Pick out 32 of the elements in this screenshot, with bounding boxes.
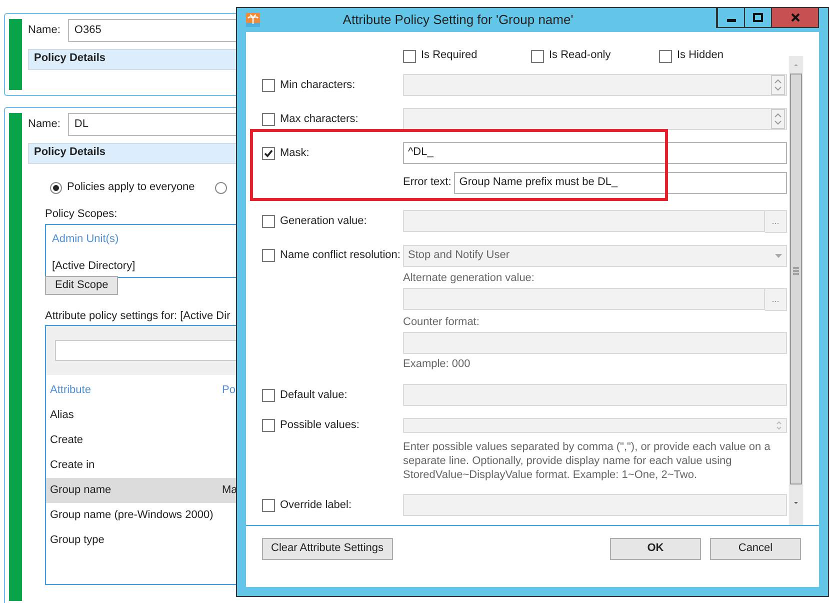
table-cell-text: Create in — [50, 459, 96, 472]
edit-scope-button[interactable]: Edit Scope — [45, 276, 118, 295]
table-cell-text: Group name — [50, 484, 112, 498]
error-text-field[interactable]: Group Name prefix must be DL_ — [454, 172, 787, 194]
attributes-label: Attribute policy settings for: [Active Dir — [45, 310, 230, 324]
mask-field[interactable]: ^DL_ — [403, 142, 787, 164]
field-label: Min characters: — [280, 79, 356, 92]
field-label: Counter format: — [403, 316, 480, 330]
cancel-button[interactable]: Cancel — [710, 538, 801, 560]
scopes-label: Policy Scopes: — [45, 208, 118, 222]
field-label: Mask: — [280, 147, 310, 160]
hint-text: Enter possible values separated by comma (","), or provide each value on a separate line. Optionally, provide display name for each value using StoredValue~DisplayValue format. Example: 1~One, 2~Two. — [403, 440, 772, 482]
checkbox-label: Is Required — [421, 49, 478, 63]
field-label: Default value: — [280, 388, 348, 402]
example-text: Example: 000 — [403, 358, 472, 372]
table-cell-text: Create — [50, 434, 84, 448]
conflict-dropdown[interactable]: Stop and Notify User — [403, 245, 787, 267]
field-label: Max characters: — [280, 113, 358, 126]
clear-settings-button[interactable]: Clear Attribute Settings — [262, 538, 393, 560]
field-label: Possible values: — [280, 418, 360, 432]
field-label: Alternate generation value: — [403, 272, 536, 286]
ok-button[interactable]: OK — [610, 538, 701, 560]
checkbox-label: Is Hidden — [677, 49, 724, 63]
radio-label: Policies apply to everyone — [67, 181, 195, 194]
scope-header: Admin Unit(s) — [52, 233, 120, 247]
checkbox-label: Is Read-only — [549, 49, 611, 63]
name-label: Name: — [28, 24, 60, 38]
window-title: Attribute Policy Setting for 'Group name' — [342, 12, 574, 28]
name-label: Name: — [28, 118, 60, 132]
field-label: Generation value: — [280, 215, 367, 228]
error-text-label: Error text: — [403, 176, 452, 190]
field-label: Name conflict resolution: — [280, 249, 400, 262]
